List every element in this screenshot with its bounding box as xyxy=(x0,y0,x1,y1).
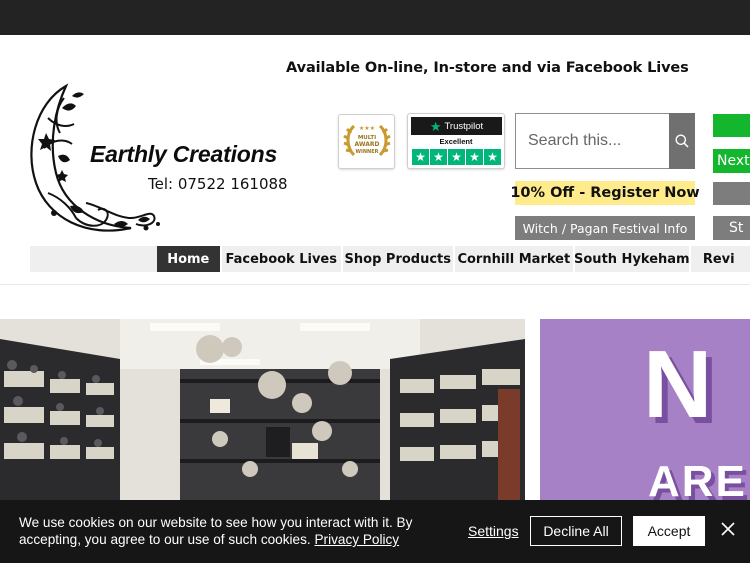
trustpilot-rating-word: Excellent xyxy=(439,137,473,146)
trustpilot-brand: Trustpilot xyxy=(444,120,484,132)
search-box xyxy=(515,113,695,169)
cookie-settings-link[interactable]: Settings xyxy=(468,523,519,539)
festival-info-button[interactable]: Witch / Pagan Festival Info xyxy=(515,216,695,240)
search-button[interactable] xyxy=(669,113,695,169)
svg-text:★★★: ★★★ xyxy=(359,125,375,132)
st-button[interactable]: St xyxy=(713,216,750,240)
site-header: Available On-line, In-store and via Face… xyxy=(0,35,750,285)
green-button-top[interactable] xyxy=(713,114,750,137)
nav-item-facebook-lives[interactable]: Facebook Lives xyxy=(222,246,343,272)
top-bar xyxy=(0,0,750,35)
trustpilot-header: ★ Trustpilot xyxy=(411,117,502,135)
accept-button[interactable]: Accept xyxy=(633,516,705,546)
grey-button-right[interactable] xyxy=(713,182,750,205)
star-icon: ★ xyxy=(484,149,501,165)
main-nav: Home Facebook Lives Shop Products Cornhi… xyxy=(30,246,750,272)
nav-item-shop-products[interactable]: Shop Products xyxy=(343,246,455,272)
promo-big-letter: N xyxy=(643,331,713,438)
shop-interior-illustration xyxy=(0,319,525,500)
nav-item-reviews[interactable]: Revi xyxy=(691,246,750,272)
promo-word: ARE xyxy=(648,457,747,501)
nav-item-cornhill-market[interactable]: Cornhill Market xyxy=(455,246,575,272)
star-icon: ★ xyxy=(448,149,465,165)
trustpilot-widget[interactable]: ★ Trustpilot Excellent ★ ★ ★ ★ ★ xyxy=(407,113,505,169)
new-arrivals-promo-image[interactable]: N ARE xyxy=(540,319,750,500)
nav-item-south-hykeham[interactable]: South Hykeham xyxy=(574,246,691,272)
shop-interior-photo xyxy=(0,319,525,500)
star-icon: ★ xyxy=(430,149,447,165)
trustpilot-star-icon: ★ xyxy=(429,118,442,134)
next-button[interactable]: Next xyxy=(713,149,750,173)
register-discount-button[interactable]: 10% Off - Register Now xyxy=(510,181,700,205)
tagline: Available On-line, In-store and via Face… xyxy=(286,60,689,76)
close-icon[interactable] xyxy=(720,521,736,537)
trustpilot-stars: ★ ★ ★ ★ ★ xyxy=(412,149,501,165)
star-icon: ★ xyxy=(412,149,429,165)
award-line-3: WINNER xyxy=(355,149,378,155)
phone-number: Tel: 07522 161088 xyxy=(148,175,288,193)
decline-all-button[interactable]: Decline All xyxy=(530,516,622,546)
star-icon: ★ xyxy=(466,149,483,165)
award-line-2: AWARD xyxy=(355,141,380,148)
multi-award-winner-badge[interactable]: ★★★ MULTI AWARD WINNER xyxy=(338,114,395,169)
cookie-message: We use cookies on our website to see how… xyxy=(19,514,419,548)
brand-name[interactable]: Earthly Creations xyxy=(90,141,277,168)
laurel-award-icon: ★★★ MULTI AWARD WINNER xyxy=(343,124,391,157)
search-icon xyxy=(675,134,689,148)
nav-item-home[interactable]: Home xyxy=(156,246,222,272)
search-input[interactable] xyxy=(516,114,669,168)
privacy-policy-link[interactable]: Privacy Policy xyxy=(314,532,399,547)
cookie-banner: We use cookies on our website to see how… xyxy=(0,500,750,563)
